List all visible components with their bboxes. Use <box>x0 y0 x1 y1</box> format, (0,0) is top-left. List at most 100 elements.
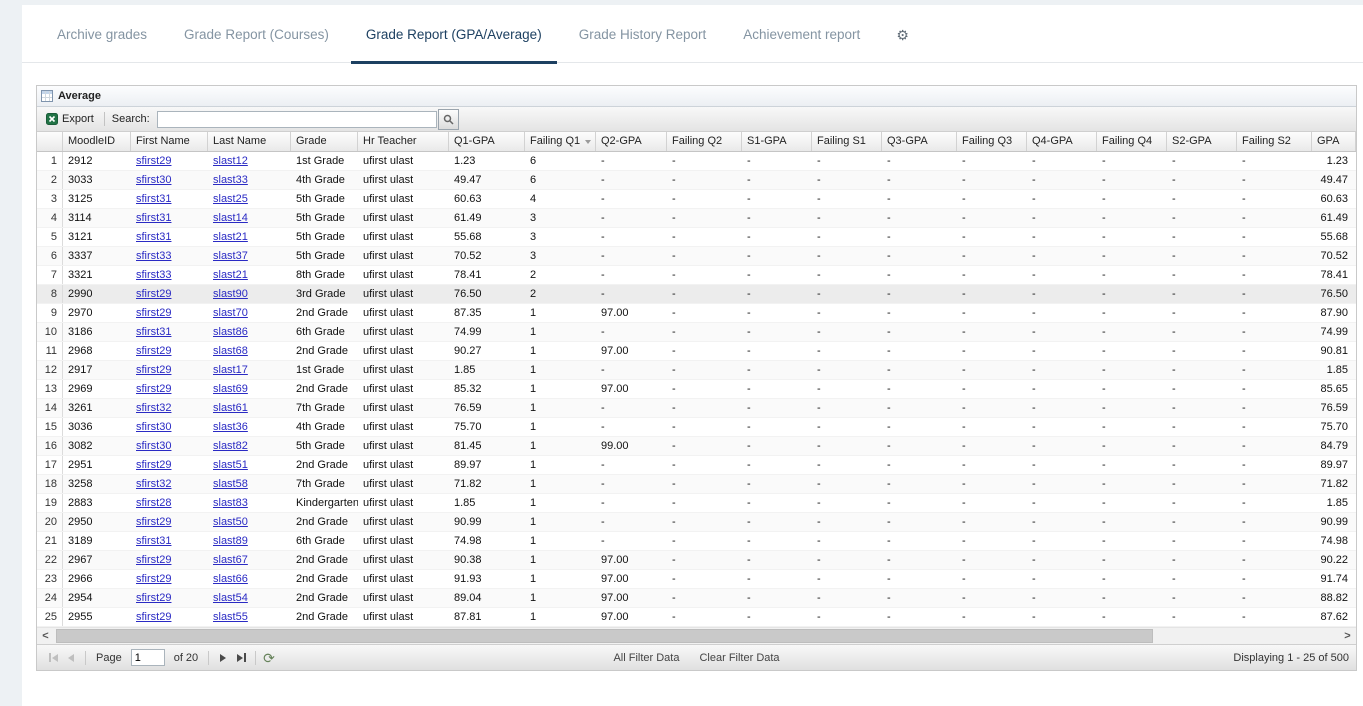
next-page-button[interactable] <box>214 649 232 667</box>
student-last-name-link[interactable]: slast36 <box>213 421 248 433</box>
column-header-failing-q2[interactable]: Failing Q2 <box>667 132 742 151</box>
column-header-moodleid[interactable]: MoodleID <box>63 132 131 151</box>
student-first-name-link[interactable]: sfirst29 <box>136 383 171 395</box>
student-first-name-link[interactable]: sfirst29 <box>136 592 171 604</box>
table-row[interactable]: 92970sfirst29slast702nd Gradeufirst ulas… <box>37 304 1356 323</box>
column-header-q2-gpa[interactable]: Q2-GPA <box>596 132 667 151</box>
table-row[interactable]: 103186sfirst31slast866th Gradeufirst ula… <box>37 323 1356 342</box>
table-row[interactable]: 63337sfirst33slast375th Gradeufirst ulas… <box>37 247 1356 266</box>
student-first-name-link[interactable]: sfirst30 <box>136 421 171 433</box>
table-row[interactable]: 33125sfirst31slast255th Gradeufirst ulas… <box>37 190 1356 209</box>
table-row[interactable]: 122917sfirst29slast171st Gradeufirst ula… <box>37 361 1356 380</box>
table-row[interactable]: 222967sfirst29slast672nd Gradeufirst ula… <box>37 551 1356 570</box>
table-row[interactable]: 163082sfirst30slast825th Gradeufirst ula… <box>37 437 1356 456</box>
student-last-name-link[interactable]: slast21 <box>213 231 248 243</box>
table-row[interactable]: 172951sfirst29slast512nd Gradeufirst ula… <box>37 456 1356 475</box>
last-page-button[interactable] <box>232 649 250 667</box>
column-header-grade[interactable]: Grade <box>291 132 358 151</box>
student-last-name-link[interactable]: slast50 <box>213 516 248 528</box>
table-row[interactable]: 132969sfirst29slast692nd Gradeufirst ula… <box>37 380 1356 399</box>
student-first-name-link[interactable]: sfirst30 <box>136 174 171 186</box>
table-row[interactable]: 43114sfirst31slast145th Gradeufirst ulas… <box>37 209 1356 228</box>
table-row[interactable]: 153036sfirst30slast364th Gradeufirst ula… <box>37 418 1356 437</box>
student-last-name-link[interactable]: slast83 <box>213 497 248 509</box>
search-button[interactable] <box>438 109 459 130</box>
tab-achievement-report[interactable]: Achievement report <box>728 7 875 64</box>
student-last-name-link[interactable]: slast12 <box>213 155 248 167</box>
column-header-failing-q4[interactable]: Failing Q4 <box>1097 132 1167 151</box>
student-first-name-link[interactable]: sfirst31 <box>136 212 171 224</box>
student-first-name-link[interactable]: sfirst32 <box>136 402 171 414</box>
student-first-name-link[interactable]: sfirst29 <box>136 459 171 471</box>
table-row[interactable]: 202950sfirst29slast502nd Gradeufirst ula… <box>37 513 1356 532</box>
column-header-q4-gpa[interactable]: Q4-GPA <box>1027 132 1097 151</box>
student-first-name-link[interactable]: sfirst31 <box>136 231 171 243</box>
student-last-name-link[interactable]: slast14 <box>213 212 248 224</box>
student-first-name-link[interactable]: sfirst29 <box>136 554 171 566</box>
student-last-name-link[interactable]: slast70 <box>213 307 248 319</box>
student-last-name-link[interactable]: slast54 <box>213 592 248 604</box>
column-header-failing-q3[interactable]: Failing Q3 <box>957 132 1027 151</box>
page-number-input[interactable] <box>131 649 165 666</box>
student-last-name-link[interactable]: slast17 <box>213 364 248 376</box>
student-first-name-link[interactable]: sfirst28 <box>136 497 171 509</box>
column-header-s2-gpa[interactable]: S2-GPA <box>1167 132 1237 151</box>
student-last-name-link[interactable]: slast51 <box>213 459 248 471</box>
table-row[interactable]: 213189sfirst31slast896th Gradeufirst ula… <box>37 532 1356 551</box>
column-header-failing-q1[interactable]: Failing Q1 <box>525 132 596 151</box>
student-first-name-link[interactable]: sfirst29 <box>136 516 171 528</box>
scroll-left-button[interactable]: < <box>37 628 54 644</box>
column-header-q3-gpa[interactable]: Q3-GPA <box>882 132 957 151</box>
table-row[interactable]: 192883sfirst28slast83Kindergartenufirst … <box>37 494 1356 513</box>
table-row[interactable]: 23033sfirst30slast334th Gradeufirst ulas… <box>37 171 1356 190</box>
student-last-name-link[interactable]: slast33 <box>213 174 248 186</box>
table-row[interactable]: 53121sfirst31slast215th Gradeufirst ulas… <box>37 228 1356 247</box>
student-last-name-link[interactable]: slast58 <box>213 478 248 490</box>
student-first-name-link[interactable]: sfirst29 <box>136 611 171 623</box>
student-last-name-link[interactable]: slast86 <box>213 326 248 338</box>
column-header-s1-gpa[interactable]: S1-GPA <box>742 132 812 151</box>
student-last-name-link[interactable]: slast37 <box>213 250 248 262</box>
column-header-hr-teacher[interactable]: Hr Teacher <box>358 132 449 151</box>
column-header-last-name[interactable]: Last Name <box>208 132 291 151</box>
refresh-icon[interactable]: ⟳ <box>263 651 275 665</box>
horizontal-scrollbar[interactable]: < > <box>37 627 1356 644</box>
column-header-failing-s1[interactable]: Failing S1 <box>812 132 882 151</box>
gear-icon[interactable]: ⚙ <box>896 27 909 44</box>
student-first-name-link[interactable]: sfirst32 <box>136 478 171 490</box>
scrollbar-track[interactable] <box>54 628 1339 644</box>
scrollbar-thumb[interactable] <box>56 629 1153 643</box>
student-last-name-link[interactable]: slast89 <box>213 535 248 547</box>
table-row[interactable]: 232966sfirst29slast662nd Gradeufirst ula… <box>37 570 1356 589</box>
student-first-name-link[interactable]: sfirst29 <box>136 345 171 357</box>
student-last-name-link[interactable]: slast21 <box>213 269 248 281</box>
student-last-name-link[interactable]: slast67 <box>213 554 248 566</box>
tab-grade-report-gpa-average[interactable]: Grade Report (GPA/Average) <box>351 7 557 64</box>
table-row[interactable]: 12912sfirst29slast121st Gradeufirst ulas… <box>37 152 1356 171</box>
student-first-name-link[interactable]: sfirst31 <box>136 535 171 547</box>
search-input[interactable] <box>157 111 437 128</box>
column-header-gpa[interactable]: GPA <box>1312 132 1356 151</box>
student-last-name-link[interactable]: slast82 <box>213 440 248 452</box>
table-row[interactable]: 112968sfirst29slast682nd Gradeufirst ula… <box>37 342 1356 361</box>
student-first-name-link[interactable]: sfirst33 <box>136 250 171 262</box>
student-first-name-link[interactable]: sfirst31 <box>136 326 171 338</box>
student-first-name-link[interactable]: sfirst29 <box>136 155 171 167</box>
student-last-name-link[interactable]: slast55 <box>213 611 248 623</box>
table-row[interactable]: 73321sfirst33slast218th Gradeufirst ulas… <box>37 266 1356 285</box>
student-first-name-link[interactable]: sfirst29 <box>136 307 171 319</box>
clear-filter-data-button[interactable]: Clear Filter Data <box>699 652 779 664</box>
export-button[interactable]: Export <box>41 109 99 129</box>
table-row[interactable]: 143261sfirst32slast617th Gradeufirst ula… <box>37 399 1356 418</box>
student-first-name-link[interactable]: sfirst33 <box>136 269 171 281</box>
student-last-name-link[interactable]: slast68 <box>213 345 248 357</box>
student-last-name-link[interactable]: slast25 <box>213 193 248 205</box>
student-last-name-link[interactable]: slast61 <box>213 402 248 414</box>
student-first-name-link[interactable]: sfirst29 <box>136 573 171 585</box>
tab-archive-grades[interactable]: Archive grades <box>42 7 162 64</box>
column-header-failing-s2[interactable]: Failing S2 <box>1237 132 1312 151</box>
student-first-name-link[interactable]: sfirst31 <box>136 193 171 205</box>
previous-page-button[interactable] <box>62 649 80 667</box>
table-row[interactable]: 242954sfirst29slast542nd Gradeufirst ula… <box>37 589 1356 608</box>
student-last-name-link[interactable]: slast69 <box>213 383 248 395</box>
